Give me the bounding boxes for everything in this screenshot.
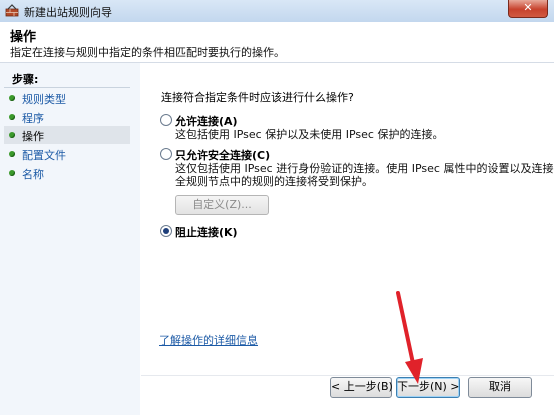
window-title: 新建出站规则向导 — [24, 6, 112, 19]
cancel-button[interactable]: 取消 — [468, 377, 532, 398]
sidebar-item-label: 名称 — [22, 168, 44, 181]
allow-secure-desc-line2: 全规则节点中的规则的连接将受到保护。 — [175, 175, 373, 188]
block-connection-label[interactable]: 阻止连接(K) — [175, 224, 238, 240]
back-button[interactable]: < 上一步(B) — [330, 377, 393, 398]
close-button[interactable]: ✕ — [508, 0, 548, 18]
sidebar-item-label: 规则类型 — [22, 93, 66, 106]
page-subtitle: 指定在连接与规则中指定的条件相匹配时要执行的操作。 — [10, 46, 285, 59]
sidebar-item-label: 配置文件 — [22, 149, 66, 162]
allow-connection-label[interactable]: 允许连接(A) — [175, 113, 238, 129]
step-bullet-icon — [9, 151, 15, 157]
main-panel: 连接符合指定条件时应该进行什么操作? 允许连接(A) 这包括使用 IPsec 保… — [141, 63, 554, 375]
steps-divider — [4, 87, 130, 88]
learn-more-link[interactable]: 了解操作的详细信息 — [159, 332, 258, 348]
step-bullet-icon — [9, 114, 15, 120]
sidebar-item-label: 程序 — [22, 112, 44, 125]
steps-sidebar: 步骤: 规则类型 程序 操作 配置文件 名称 — [0, 63, 140, 415]
close-icon: ✕ — [523, 1, 533, 14]
step-bullet-icon — [9, 95, 15, 101]
sidebar-item-action[interactable]: 操作 — [4, 126, 130, 144]
allow-connection-radio[interactable] — [160, 114, 172, 126]
sidebar-item-label: 操作 — [22, 130, 44, 143]
footer-divider — [141, 375, 554, 376]
allow-secure-desc-line1: 这仅包括使用 IPsec 进行身份验证的连接。使用 IPsec 属性中的设置以及… — [175, 162, 554, 175]
sidebar-item-profile[interactable]: 配置文件 — [4, 145, 130, 163]
title-bar[interactable]: 新建出站规则向导 ✕ — [0, 0, 554, 22]
step-bullet-icon — [9, 170, 15, 176]
allow-connection-desc: 这包括使用 IPsec 保护以及未使用 IPsec 保护的连接。 — [175, 128, 444, 141]
page-title: 操作 — [10, 30, 37, 45]
wizard-header: 操作 指定在连接与规则中指定的条件相匹配时要执行的操作。 — [0, 22, 554, 63]
wizard-window: 新建出站规则向导 ✕ 操作 指定在连接与规则中指定的条件相匹配时要执行的操作。 … — [0, 0, 554, 415]
sidebar-item-program[interactable]: 程序 — [4, 108, 130, 126]
sidebar-item-name[interactable]: 名称 — [4, 164, 130, 182]
allow-secure-radio[interactable] — [160, 148, 172, 160]
allow-secure-label[interactable]: 只允许安全连接(C) — [175, 147, 270, 163]
action-question: 连接符合指定条件时应该进行什么操作? — [161, 91, 354, 104]
next-button[interactable]: 下一步(N) > — [396, 377, 460, 398]
step-bullet-icon — [9, 132, 15, 138]
sidebar-item-rule-type[interactable]: 规则类型 — [4, 89, 130, 107]
firewall-app-icon — [5, 4, 19, 17]
customize-button[interactable]: 自定义(Z)... — [175, 195, 269, 215]
steps-heading: 步骤: — [12, 73, 39, 86]
client-area: 操作 指定在连接与规则中指定的条件相匹配时要执行的操作。 步骤: 规则类型 程序… — [0, 22, 554, 415]
block-connection-radio[interactable] — [160, 225, 172, 237]
